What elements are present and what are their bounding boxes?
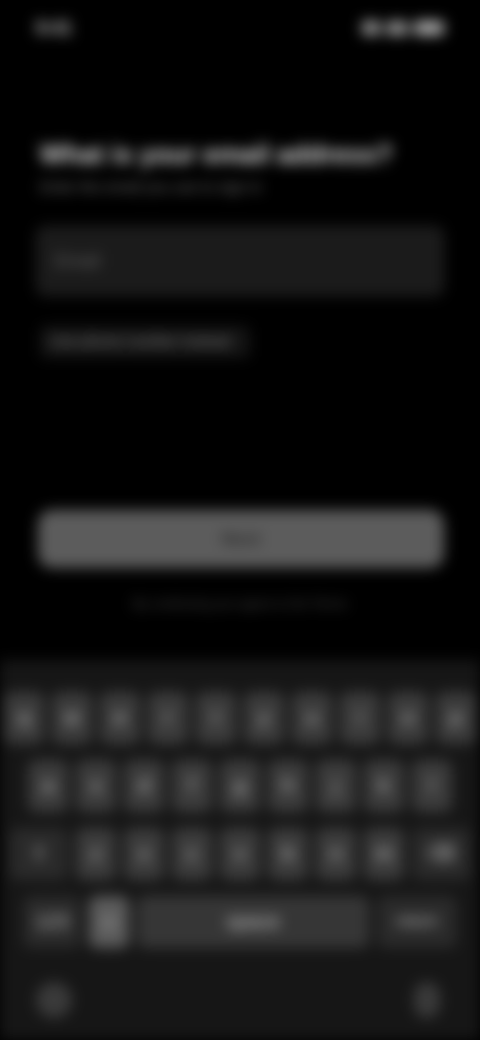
key-g[interactable]: g [220,760,260,812]
key-n[interactable]: n [316,828,356,880]
keyboard-row-4: 123 ☺ space return [0,896,480,948]
key-h[interactable]: h [268,760,308,812]
email-input[interactable] [36,226,444,296]
signal-icon [362,21,380,35]
page-title: What is your email address? [40,139,393,169]
next-button[interactable]: Next [38,510,444,568]
blurred-content: 9:41 What is your email address? Enter t… [0,0,480,1040]
microphone-icon[interactable] [414,982,440,1018]
space-key[interactable]: space [137,896,369,948]
key-m[interactable]: m [364,828,404,880]
wifi-icon [386,21,408,35]
key-t[interactable]: t [196,692,236,744]
key-q[interactable]: q [4,692,44,744]
keyboard-bottom-bar [0,968,480,1040]
emoji-key[interactable]: ☺ [89,896,129,948]
key-f[interactable]: f [172,760,212,812]
terms-note: By continuing you agree to the Terms [132,596,348,611]
key-b[interactable]: b [268,828,308,880]
status-bar: 9:41 [0,0,480,56]
key-y[interactable]: y [244,692,284,744]
key-r[interactable]: r [148,692,188,744]
status-time: 9:41 [36,18,73,38]
key-o[interactable]: o [388,692,428,744]
status-icons [362,18,444,38]
key-j[interactable]: j [316,760,356,812]
keyboard-row-2: asdfghjkl [0,760,480,812]
key-k[interactable]: k [364,760,404,812]
key-p[interactable]: p [436,692,476,744]
key-s[interactable]: s [76,760,116,812]
keyboard-row-3-letters: zxcvbnm [76,828,404,880]
key-i[interactable]: i [340,692,380,744]
key-u[interactable]: u [292,692,332,744]
keyboard-row-1: qwertyuiop [0,692,480,744]
key-d[interactable]: d [124,760,164,812]
globe-icon[interactable] [36,982,72,1018]
alt-signin-link[interactable]: Use phone number instead [40,326,250,358]
page-subtitle: Enter the email you use to sign in [40,179,262,196]
backspace-key[interactable]: ⌫ [412,828,470,880]
key-a[interactable]: a [28,760,68,812]
key-z[interactable]: z [76,828,116,880]
app-screen: 9:41 What is your email address? Enter t… [0,0,480,1040]
keyboard-row-3: ⇧ zxcvbnm ⌫ [0,828,480,880]
numbers-key[interactable]: 123 [23,896,81,948]
return-key[interactable]: return [377,896,457,948]
key-e[interactable]: e [100,692,140,744]
keyboard: qwertyuiop asdfghjkl ⇧ zxcvbnm ⌫ 123 ☺ s… [0,660,480,1040]
key-v[interactable]: v [220,828,260,880]
key-l[interactable]: l [412,760,452,812]
key-x[interactable]: x [124,828,164,880]
battery-icon [414,21,444,35]
key-w[interactable]: w [52,692,92,744]
shift-key[interactable]: ⇧ [10,828,68,880]
key-c[interactable]: c [172,828,212,880]
